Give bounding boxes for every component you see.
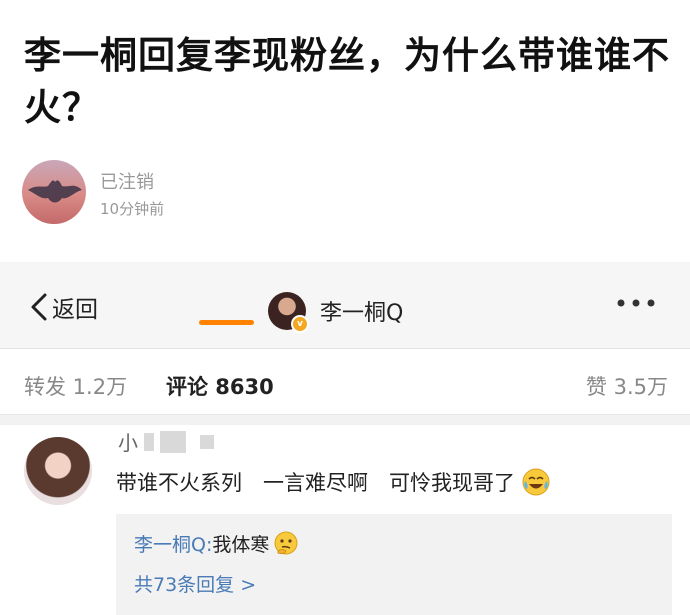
back-label: 返回 xyxy=(52,297,98,323)
mosaic-blur xyxy=(160,430,186,453)
commenter-name[interactable]: 小 xyxy=(118,427,214,456)
nav-user-name: 李一桐Q xyxy=(320,301,404,326)
cloud-bat-image xyxy=(28,180,82,203)
commenter-avatar[interactable] xyxy=(24,437,92,505)
author-avatar[interactable] xyxy=(22,160,86,224)
navbar: 返回 v 李一桐Q xyxy=(0,262,690,349)
mosaic-blur xyxy=(200,434,214,449)
commenter-name-visible: 小 xyxy=(118,431,138,455)
crying-laughing-emoji-icon xyxy=(522,468,550,496)
tab-repost[interactable]: 转发 1.2万 xyxy=(24,371,127,401)
active-tab-indicator xyxy=(199,320,254,325)
reply-text: 我体寒 xyxy=(212,534,270,556)
tab-comments[interactable]: 评论 8630 xyxy=(166,371,274,401)
back-button[interactable]: 返回 xyxy=(30,290,98,324)
mosaic-blur xyxy=(144,432,154,451)
thinking-emoji-icon xyxy=(274,531,298,554)
user-avatar: v xyxy=(268,292,309,333)
view-replies-link[interactable]: 共73条回复 > xyxy=(134,570,256,597)
author-name[interactable]: 已注销 xyxy=(100,168,154,194)
verified-badge-icon: v xyxy=(291,315,309,333)
section-divider xyxy=(0,414,690,425)
reply-line: 李一桐Q: 我体寒 xyxy=(134,530,299,557)
reply-user-link[interactable]: 李一桐Q: xyxy=(134,530,212,557)
nav-user[interactable]: v 李一桐Q xyxy=(268,291,404,333)
comment-body: 带谁不火系列 一言难尽啊 可怜我现哥了 xyxy=(116,471,515,495)
tab-bar: 转发 1.2万 评论 8630 赞 3.5万 xyxy=(0,348,690,414)
chevron-left-icon xyxy=(31,293,47,321)
tab-likes[interactable]: 赞 3.5万 xyxy=(586,371,668,401)
embedded-weibo-screenshot: 返回 v 李一桐Q 转发 1.2万 评论 8630 赞 3.5万 小 带谁不火系… xyxy=(0,262,690,615)
article-title: 李一桐回复李现粉丝，为什么带谁谁不火？ xyxy=(24,34,670,129)
more-horizontal-icon[interactable] xyxy=(616,298,656,308)
post-time: 10分钟前 xyxy=(100,200,165,218)
reply-box[interactable]: 李一桐Q: 我体寒 共73条回复 > xyxy=(116,514,672,615)
comment-text: 带谁不火系列 一言难尽啊 可怜我现哥了 xyxy=(116,467,551,497)
